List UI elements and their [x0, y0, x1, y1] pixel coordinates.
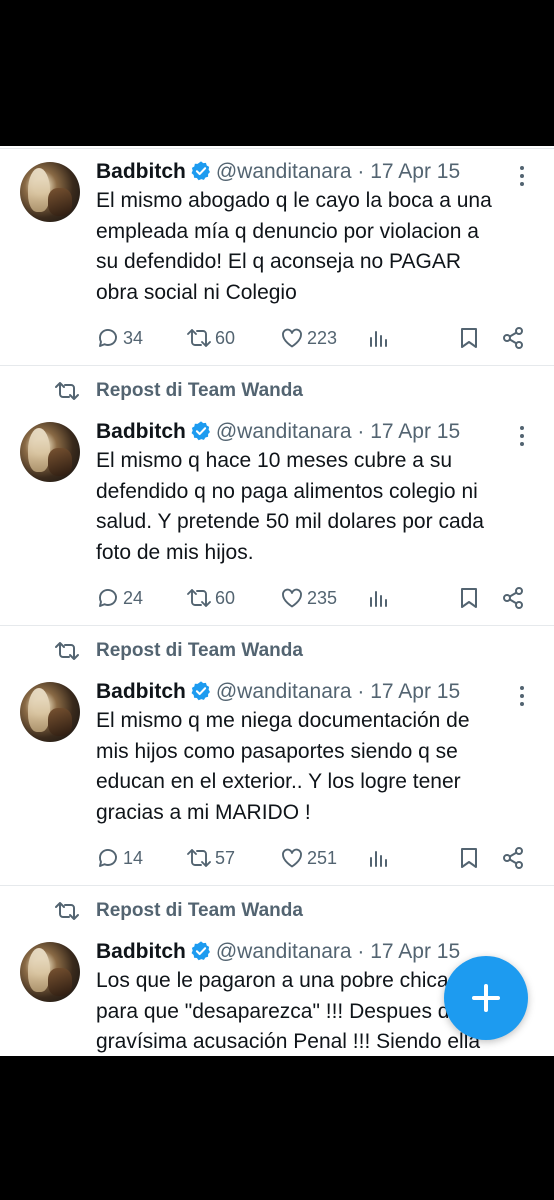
repost-label[interactable]: Repost di Team Wanda	[96, 378, 303, 404]
repost-context-icon	[55, 642, 79, 660]
like-count: 223	[307, 327, 338, 348]
reply-icon	[99, 589, 117, 607]
reply-button[interactable]: 34	[96, 323, 143, 353]
verified-badge-icon	[191, 681, 210, 701]
like-button[interactable]: 235	[280, 583, 337, 613]
share-icon	[503, 587, 523, 609]
verified-badge-icon	[191, 421, 210, 441]
reply-button[interactable]: 24	[96, 583, 143, 613]
tweet-actions: 14 57 251	[0, 843, 554, 873]
repost-context: Repost di Team Wanda	[0, 378, 554, 408]
avatar[interactable]	[20, 682, 80, 742]
repost-count: 57	[215, 847, 236, 868]
share-button[interactable]	[501, 843, 525, 873]
like-count: 251	[307, 847, 338, 868]
like-count: 235	[307, 587, 338, 608]
bookmark-button[interactable]	[458, 583, 480, 613]
tweet-date[interactable]: · 17 Apr 15	[357, 160, 460, 183]
repost-count: 60	[215, 327, 236, 348]
repost-count: 60	[215, 587, 236, 608]
reply-button[interactable]: 14	[96, 843, 143, 873]
tweet-text: El mismo q me niega documentación de mis…	[96, 709, 470, 824]
avatar[interactable]	[20, 942, 80, 1002]
repost-context: Repost di Team Wanda	[0, 638, 554, 668]
like-icon	[282, 848, 302, 868]
repost-icon	[187, 589, 211, 607]
avatar[interactable]	[20, 422, 80, 482]
views-button[interactable]	[368, 583, 390, 613]
author-handle[interactable]: @wanditanara	[216, 160, 352, 183]
bookmark-icon	[461, 588, 477, 608]
reply-icon	[99, 329, 117, 347]
repost-icon	[187, 849, 211, 867]
share-button[interactable]	[501, 323, 525, 353]
tweet-actions: 34 60 223	[0, 323, 554, 353]
verified-badge-icon	[191, 161, 210, 181]
divider	[0, 885, 554, 886]
author-handle[interactable]: @wanditanara	[216, 420, 352, 443]
reply-icon	[99, 849, 117, 867]
reply-count: 34	[123, 327, 144, 348]
more-icon[interactable]	[514, 684, 530, 708]
compose-button[interactable]	[444, 956, 528, 1040]
bookmark-button[interactable]	[458, 323, 480, 353]
author-name[interactable]: Badbitch	[96, 680, 186, 703]
repost-button[interactable]: 60	[186, 583, 235, 613]
repost-context: Repost di Team Wanda	[0, 898, 554, 928]
bookmark-icon	[461, 848, 477, 868]
views-icon	[370, 591, 387, 607]
divider	[0, 148, 554, 149]
avatar[interactable]	[20, 162, 80, 222]
like-icon	[282, 328, 302, 348]
tweet-header: Badbitch @wanditanara · 17 Apr 15	[96, 938, 460, 966]
repost-button[interactable]: 57	[186, 843, 235, 873]
tweet-actions: 24 60 235	[0, 583, 554, 613]
author-handle[interactable]: @wanditanara	[216, 680, 352, 703]
bookmark-button[interactable]	[458, 843, 480, 873]
tweet-date[interactable]: · 17 Apr 15	[357, 940, 460, 963]
more-icon[interactable]	[514, 424, 530, 448]
verified-badge-icon	[191, 941, 210, 961]
repost-label[interactable]: Repost di Team Wanda	[96, 638, 303, 664]
tweet-date[interactable]: · 17 Apr 15	[357, 680, 460, 703]
repost-icon	[187, 329, 211, 347]
share-button[interactable]	[501, 583, 525, 613]
reply-count: 24	[123, 587, 144, 608]
repost-button[interactable]: 60	[186, 323, 235, 353]
author-name[interactable]: Badbitch	[96, 420, 186, 443]
tweet-header: Badbitch @wanditanara · 17 Apr 15	[96, 678, 460, 706]
tweet-date[interactable]: · 17 Apr 15	[357, 420, 460, 443]
views-icon	[370, 851, 387, 867]
like-icon	[282, 588, 302, 608]
repost-context-icon	[55, 382, 79, 400]
divider	[0, 365, 554, 366]
timeline: Badbitch @wanditanara · 17 Apr 15 El mism…	[0, 146, 554, 1056]
share-icon	[503, 327, 523, 349]
tweet-text: El mismo q hace 10 meses cubre a su defe…	[96, 449, 484, 564]
like-button[interactable]: 251	[280, 843, 337, 873]
views-icon	[370, 331, 387, 347]
repost-label[interactable]: Repost di Team Wanda	[96, 898, 303, 924]
bookmark-icon	[461, 328, 477, 348]
tweet-header: Badbitch @wanditanara · 17 Apr 15	[96, 418, 460, 446]
like-button[interactable]: 223	[280, 323, 337, 353]
author-name[interactable]: Badbitch	[96, 940, 186, 963]
repost-context-icon	[55, 902, 79, 920]
author-handle[interactable]: @wanditanara	[216, 940, 352, 963]
divider	[0, 625, 554, 626]
share-icon	[503, 847, 523, 869]
more-icon[interactable]	[514, 164, 530, 188]
tweet-text: El mismo abogado q le cayo la boca a una…	[96, 189, 492, 304]
reply-count: 14	[123, 847, 144, 868]
views-button[interactable]	[368, 843, 390, 873]
tweet-header: Badbitch @wanditanara · 17 Apr 15	[96, 158, 460, 186]
author-name[interactable]: Badbitch	[96, 160, 186, 183]
views-button[interactable]	[368, 323, 390, 353]
